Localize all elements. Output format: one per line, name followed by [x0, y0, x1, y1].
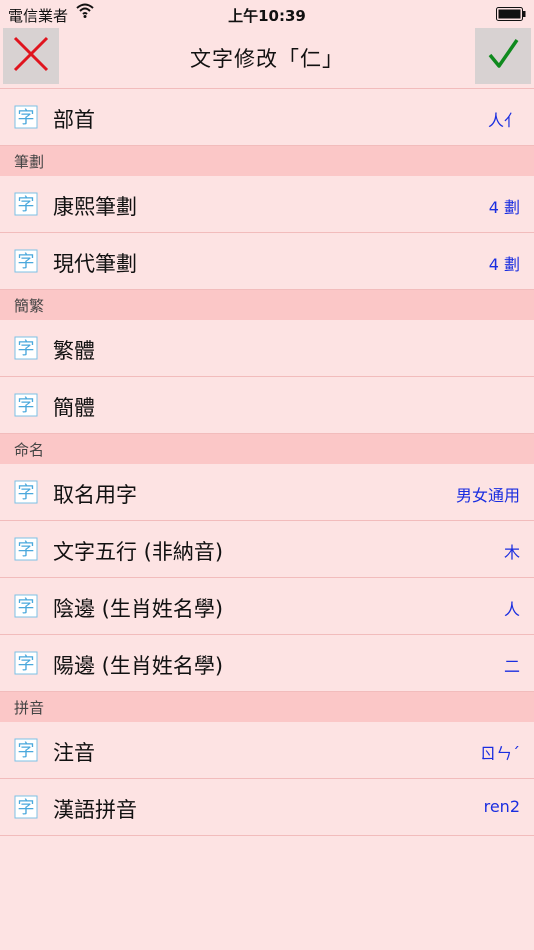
list-item-value: 木 [503, 543, 520, 562]
character-icon: 字 [14, 105, 38, 129]
svg-text:字: 字 [18, 396, 35, 416]
list-item[interactable]: 字現代筆劃 4 劃 [0, 233, 534, 290]
status-bar: 電信業者 上午10:39 [0, 0, 534, 28]
svg-text:字: 字 [18, 654, 35, 674]
list-item-label: 陽邊 (生肖姓名學) [53, 654, 224, 678]
character-icon: 字 [14, 336, 38, 360]
battery-icon [496, 7, 526, 21]
character-icon: 字 [14, 594, 38, 618]
page-title: 文字修改「仁」 [190, 47, 344, 71]
list-item[interactable]: 字繁體 [0, 320, 534, 377]
list-item[interactable]: 字陽邊 (生肖姓名學) 二 [0, 635, 534, 692]
list-item-value: 二 [503, 657, 520, 676]
list-item-value: ㄖㄣˊ [479, 744, 520, 763]
section-header: 命名 [0, 434, 534, 464]
list-item[interactable]: 字漢語拼音 ren2 [0, 779, 534, 836]
section-title: 筆劃 [14, 153, 45, 171]
list-item-label: 現代筆劃 [53, 252, 137, 276]
list-item-label: 取名用字 [53, 483, 137, 507]
svg-text:字: 字 [18, 195, 35, 215]
list-item[interactable]: 字取名用字 男女通用 [0, 464, 534, 521]
character-icon: 字 [14, 249, 38, 273]
list-item-value: 人 [503, 600, 520, 619]
svg-text:字: 字 [18, 252, 35, 272]
character-icon: 字 [14, 393, 38, 417]
character-icon: 字 [14, 537, 38, 561]
section-title: 簡繁 [14, 297, 45, 315]
list-item[interactable]: 字部首 人亻 [0, 89, 534, 146]
list-item-value: 人亻 [487, 111, 520, 130]
section-title: 拼音 [14, 699, 45, 717]
character-icon: 字 [14, 651, 38, 675]
cancel-button[interactable] [3, 28, 59, 84]
close-icon [11, 34, 51, 78]
settings-list: 字部首 人亻 筆劃字康熙筆劃 4 劃字現代筆劃 4 劃簡繁字繁體字簡體 命名字取名用字 男女… [0, 89, 534, 836]
list-item-label: 簡體 [53, 396, 95, 420]
svg-text:字: 字 [18, 483, 35, 503]
svg-text:字: 字 [18, 108, 35, 128]
svg-text:字: 字 [18, 339, 35, 359]
confirm-button[interactable] [475, 28, 531, 84]
list-item[interactable]: 字注音 ㄖㄣˊ [0, 722, 534, 779]
list-item-label: 繁體 [53, 339, 95, 363]
list-item[interactable]: 字康熙筆劃 4 劃 [0, 176, 534, 233]
list-item-value: 4 劃 [488, 198, 520, 217]
list-item-label: 注音 [53, 741, 95, 765]
section-title: 命名 [14, 441, 45, 459]
list-item-value: 男女通用 [455, 486, 520, 505]
list-item-label: 漢語拼音 [53, 798, 137, 822]
section-header: 筆劃 [0, 146, 534, 176]
character-icon: 字 [14, 192, 38, 216]
navigation-bar: 文字修改「仁」 [0, 28, 534, 89]
svg-text:字: 字 [18, 741, 35, 761]
list-item-value: ren2 [483, 797, 520, 816]
list-item-label: 康熙筆劃 [53, 195, 137, 219]
section-header: 簡繁 [0, 290, 534, 320]
svg-text:字: 字 [18, 798, 35, 818]
character-icon: 字 [14, 480, 38, 504]
clock: 上午10:39 [228, 7, 306, 25]
character-icon: 字 [14, 738, 38, 762]
list-item-value: 4 劃 [488, 255, 520, 274]
svg-text:字: 字 [18, 597, 35, 617]
list-item-label: 部首 [53, 108, 95, 132]
list-item[interactable]: 字簡體 [0, 377, 534, 434]
character-icon: 字 [14, 795, 38, 819]
svg-text:字: 字 [18, 540, 35, 560]
section-header: 拼音 [0, 692, 534, 722]
checkmark-icon [483, 34, 523, 78]
list-item[interactable]: 字文字五行 (非納音) 木 [0, 521, 534, 578]
list-item[interactable]: 字陰邊 (生肖姓名學) 人 [0, 578, 534, 635]
list-item-label: 文字五行 (非納音) [53, 540, 224, 564]
list-item-label: 陰邊 (生肖姓名學) [53, 597, 224, 621]
